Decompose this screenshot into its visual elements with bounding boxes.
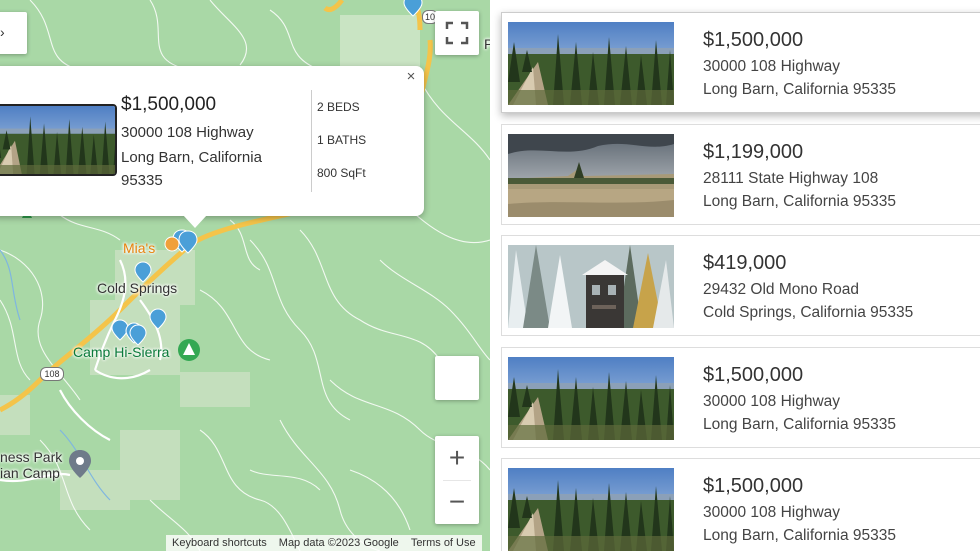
- info-window-baths: 1 BATHS: [317, 133, 367, 147]
- listing-street: 30000 108 Highway: [703, 504, 841, 521]
- map-panel[interactable]: Mia's Cold Springs Camp Hi-Sierra ness P…: [0, 0, 490, 551]
- info-window-tail: [183, 215, 207, 228]
- listing-city: Cold Springs, California 95335: [703, 304, 914, 321]
- info-window-street: 30000 108 Highway: [121, 124, 254, 141]
- listing-results[interactable]: $1,500,000 30000 108 Highway Long Barn, …: [500, 10, 980, 551]
- listing-price: $1,500,000: [703, 29, 804, 51]
- listing-card[interactable]: $1,500,000 30000 108 Highway Long Barn, …: [501, 458, 980, 551]
- listing-price: $1,500,000: [703, 475, 804, 497]
- zoom-out-button[interactable]: −: [435, 480, 479, 524]
- listing-photo[interactable]: [508, 468, 674, 551]
- listing-card[interactable]: $1,500,000 30000 108 Highway Long Barn, …: [501, 12, 980, 113]
- listing-price: $1,199,000: [703, 141, 804, 163]
- listing-street: 28111 State Highway 108: [703, 170, 879, 187]
- route-108-shield: 108: [40, 367, 64, 381]
- listing-photo[interactable]: [508, 134, 674, 217]
- listing-photo[interactable]: [508, 357, 674, 440]
- listing-price: $419,000: [703, 252, 787, 274]
- map-type-chevron-icon: ›: [0, 24, 5, 40]
- listing-street: 29432 Old Mono Road: [703, 281, 859, 298]
- panel-divider: [490, 0, 500, 551]
- listing-street: 30000 108 Highway: [703, 393, 841, 410]
- close-icon[interactable]: ×: [402, 68, 420, 86]
- listing-card[interactable]: $419,000 29432 Old Mono Road Cold Spring…: [501, 235, 980, 336]
- fullscreen-button[interactable]: [435, 11, 479, 55]
- listing-card[interactable]: $1,500,000 30000 108 Highway Long Barn, …: [501, 347, 980, 448]
- listing-city: Long Barn, California 95335: [703, 416, 897, 433]
- listing-city: Long Barn, California 95335: [703, 527, 897, 544]
- info-window-photo[interactable]: [0, 104, 117, 176]
- listing-street: 30000 108 Highway: [703, 58, 841, 75]
- map-data-text: Map data ©2023 Google: [278, 537, 399, 549]
- map-label-ian-camp[interactable]: ian Camp: [0, 465, 60, 481]
- info-window-city: Long Barn, California 95335: [121, 149, 262, 189]
- map-label-mias[interactable]: Mia's: [123, 240, 155, 256]
- zoom-control: + −: [435, 436, 479, 524]
- keyboard-shortcuts-link[interactable]: Keyboard shortcuts: [166, 537, 273, 549]
- fullscreen-icon: [445, 21, 469, 45]
- listing-price: $1,500,000: [703, 364, 804, 386]
- info-window-sqft: 800 SqFt: [317, 166, 366, 180]
- listing-photo[interactable]: [508, 22, 674, 105]
- street-view-button[interactable]: [435, 356, 479, 400]
- map-type-control[interactable]: ›: [0, 12, 27, 54]
- zoom-in-button[interactable]: +: [435, 436, 479, 480]
- map-label-cold-springs[interactable]: Cold Springs: [97, 280, 177, 296]
- map-label-camp-hi-sierra[interactable]: Camp Hi-Sierra: [73, 344, 169, 360]
- listing-city: Long Barn, California 95335: [703, 81, 897, 98]
- listing-card[interactable]: $1,199,000 28111 State Highway 108 Long …: [501, 124, 980, 225]
- listing-info-window[interactable]: $1,500,000 30000 108 Highway Long Barn, …: [0, 66, 424, 228]
- info-window-price: $1,500,000: [121, 94, 217, 115]
- map-attribution: Keyboard shortcuts Map data ©2023 Google…: [166, 535, 482, 551]
- listing-city: Long Barn, California 95335: [703, 193, 897, 210]
- map-label-ness-park[interactable]: ness Park: [0, 449, 62, 465]
- info-window-divider: [311, 90, 312, 192]
- listing-photo[interactable]: [508, 245, 674, 328]
- terms-of-use-link[interactable]: Terms of Use: [405, 537, 482, 549]
- info-window-beds: 2 BEDS: [317, 100, 360, 114]
